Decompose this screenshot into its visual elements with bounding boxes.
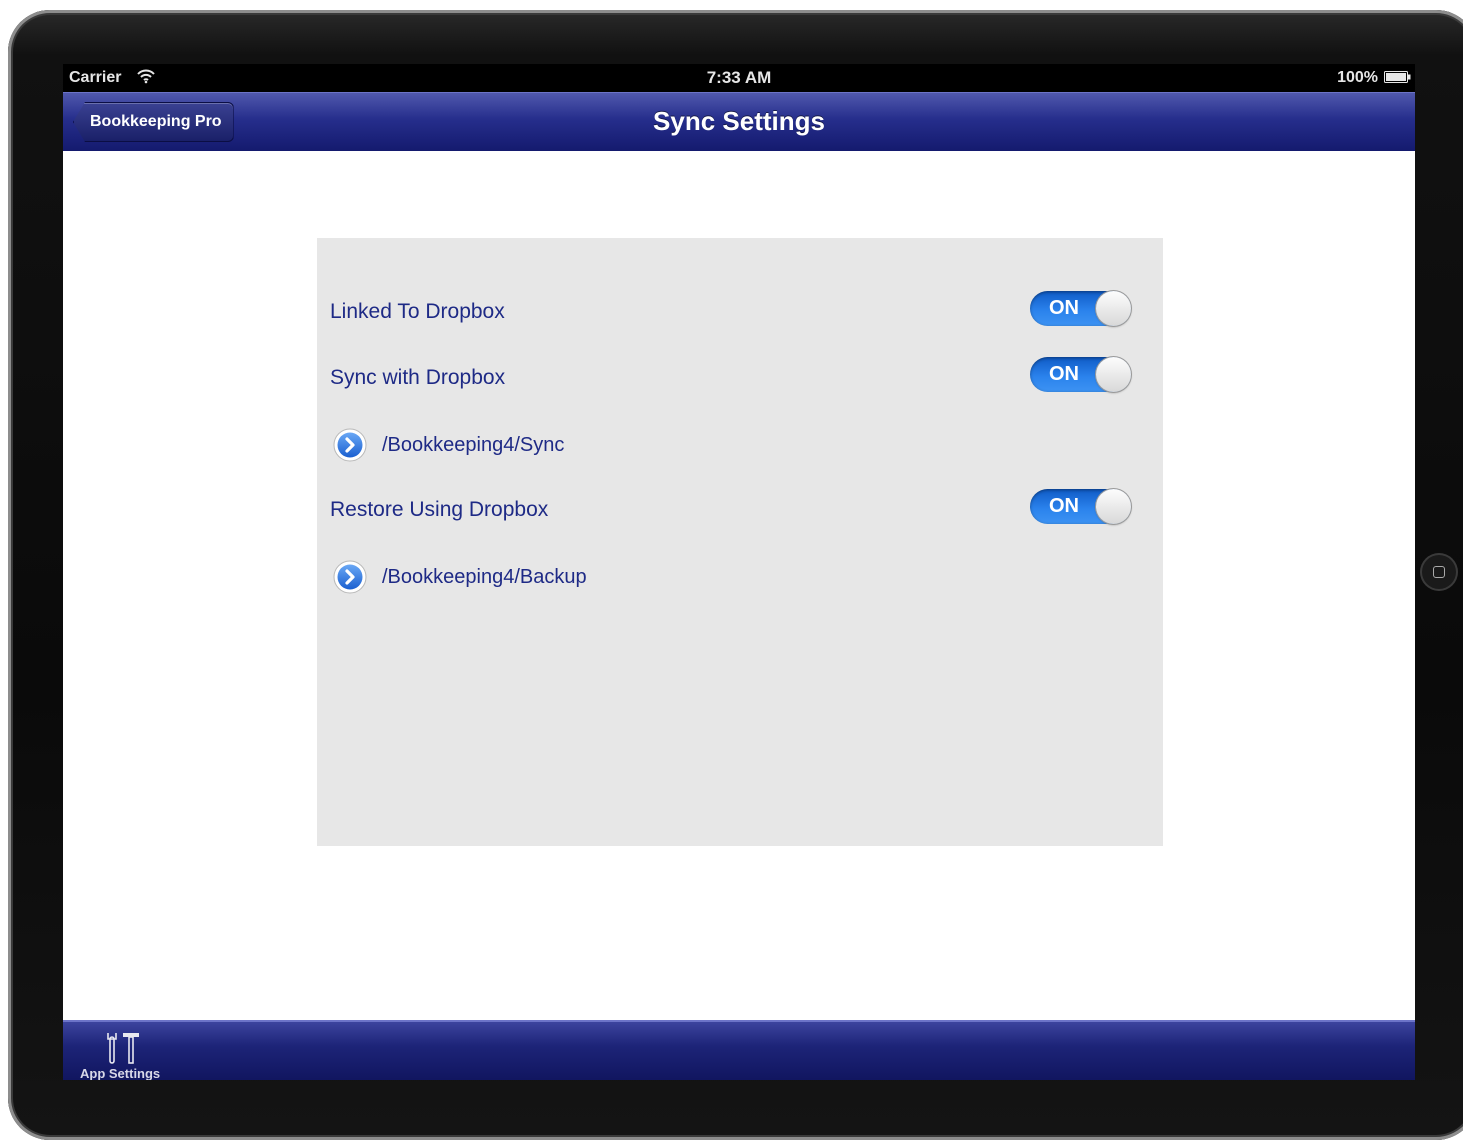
app-screen: Carrier 7:33 AM 100% Bookkeeping Pro Syn… (63, 64, 1415, 1080)
tools-icon (107, 1033, 139, 1064)
page-title: Sync Settings (653, 106, 825, 136)
settings-panel: Linked To Dropbox ON Sync with Dropbox O… (317, 238, 1163, 846)
disclosure-arrow-icon[interactable] (333, 428, 367, 462)
restore-using-dropbox-label: Restore Using Dropbox (330, 498, 549, 521)
switch-state-label: ON (1049, 495, 1079, 517)
tab-label: App Settings (80, 1066, 161, 1080)
sync-with-dropbox-switch[interactable]: ON (1030, 357, 1131, 392)
sync-path-link[interactable]: /Bookkeeping4/Sync (382, 434, 564, 457)
battery-percent: 100% (1337, 69, 1378, 86)
restore-using-dropbox-switch[interactable]: ON (1030, 489, 1131, 524)
switch-state-label: ON (1049, 363, 1079, 385)
backup-path-link[interactable]: /Bookkeeping4/Backup (382, 566, 587, 589)
disclosure-arrow-icon[interactable] (333, 560, 367, 594)
switch-knob (1096, 291, 1131, 326)
navigation-bar: Bookkeeping Pro Sync Settings (63, 92, 1415, 151)
switch-state-label: ON (1049, 297, 1079, 319)
status-bar: Carrier 7:33 AM 100% (63, 64, 1415, 92)
tab-bar: App Settings (63, 1020, 1415, 1080)
sync-with-dropbox-label: Sync with Dropbox (330, 366, 506, 389)
linked-to-dropbox-switch[interactable]: ON (1030, 291, 1131, 326)
battery-icon (1384, 71, 1411, 83)
home-button[interactable] (1420, 553, 1458, 591)
linked-to-dropbox-label: Linked To Dropbox (330, 300, 505, 323)
switch-knob (1096, 489, 1131, 524)
status-time: 7:33 AM (706, 68, 772, 87)
switch-knob (1096, 357, 1131, 392)
tab-app-settings[interactable]: App Settings (75, 1028, 165, 1080)
